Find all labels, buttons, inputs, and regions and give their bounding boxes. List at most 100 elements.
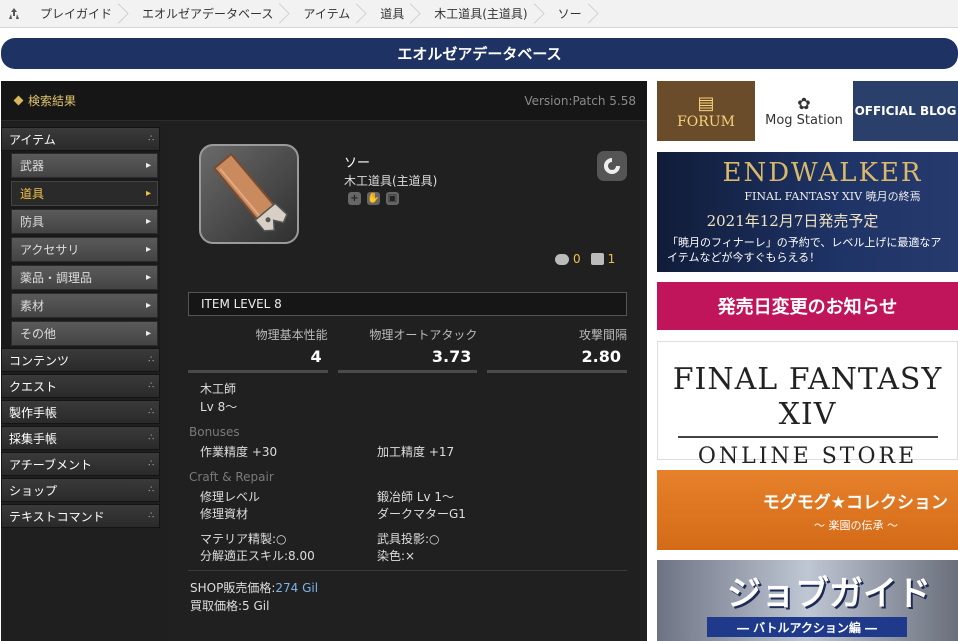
sidebar-category-achievements[interactable]: アチーブメント ∴ (1, 452, 160, 476)
repair-info: 修理レベル 鍛冶師 Lv 1～ 修理資材 ダークマターG1 (200, 489, 620, 523)
endwalker-title: ENDWALKER (722, 158, 923, 188)
shop-price-label: SHOP販売価格: (190, 581, 276, 595)
chevron-right-icon: ▸ (145, 272, 151, 283)
comment-count: 0 (573, 252, 581, 266)
store-title: FINAL FANTASY XIV (672, 362, 943, 432)
release-date-notice-banner[interactable]: 発売日変更のお知らせ (657, 282, 958, 330)
breadcrumb-item-carpenter-tools[interactable]: 木工道具(主道具) (414, 0, 537, 28)
breadcrumb-item-current: ソー (538, 0, 592, 28)
craft-repair-heading: Craft & Repair (189, 470, 274, 484)
sidebar-category-text-commands[interactable]: テキストコマンド ∴ (1, 504, 160, 528)
sidebar-item-tools[interactable]: 道具 ▸ (11, 181, 158, 206)
repair-level-value: 鍛冶師 Lv 1～ (377, 490, 455, 504)
sidebar-item-weapons[interactable]: 武器 ▸ (11, 153, 158, 178)
home-icon[interactable] (0, 0, 28, 28)
expand-icon: ∴ (148, 511, 154, 521)
shop-price-value[interactable]: 274 Gil (275, 581, 318, 595)
expand-icon: ∴ (148, 459, 154, 469)
bonuses-list: 作業精度 +30 加工精度 +17 (200, 444, 620, 461)
expand-icon: ∴ (148, 355, 154, 365)
sidebar-category-label: クエスト (9, 379, 58, 394)
sidebar-item-medicine-food[interactable]: 薬品・調理品 ▸ (11, 265, 158, 290)
mog-station-banner[interactable]: ✿ Mog Station (755, 81, 853, 141)
shop-price-row: SHOP販売価格:274 Gil (190, 579, 318, 597)
sidebar-category-label: ショップ (9, 483, 58, 498)
chevron-right-icon: ▸ (145, 160, 151, 171)
sidebar-item-accessories[interactable]: アクセサリ ▸ (11, 237, 158, 262)
sidebar-item-label: 素材 (20, 299, 45, 313)
stat-delay: 攻撃間隔 2.80 (487, 326, 628, 373)
saw-icon (199, 144, 299, 244)
expand-icon: ∴ (148, 407, 154, 417)
breadcrumb-item-tools[interactable]: 道具 (360, 0, 414, 28)
note-count: 1 (607, 252, 616, 266)
sidebar-category-crafting-log[interactable]: 製作手帳 ∴ (1, 400, 160, 424)
dye-status: 染色:× (377, 549, 416, 563)
forum-banner[interactable]: ▤ FORUM (657, 81, 755, 141)
chevron-right-icon: ▸ (145, 300, 151, 311)
stat-value: 2.80 (487, 343, 628, 373)
sidebar-category-gathering-log[interactable]: 採集手帳 ∴ (1, 426, 160, 450)
mog-collection-banner[interactable]: モグモグ★コレクション ～ 楽園の伝承 ～ (657, 470, 958, 550)
price-info: SHOP販売価格:274 Gil 買取価格:5 Gil (190, 579, 318, 615)
repair-level-label: 修理レベル (200, 490, 261, 504)
bonus-control: 加工精度 +17 (377, 445, 455, 459)
sidebar-item-armor[interactable]: 防具 ▸ (11, 209, 158, 234)
version-label: Version:Patch 5.58 (524, 93, 636, 108)
online-store-banner[interactable]: FINAL FANTASY XIV ONLINE STORE (657, 341, 958, 469)
sidebar-item-materials[interactable]: 素材 ▸ (11, 293, 158, 318)
chevron-right-icon: ▸ (145, 328, 151, 339)
item-counters: 0 1 (555, 252, 615, 266)
mog-collection-subtitle: ～ 楽園の伝承 ～ (814, 518, 898, 532)
repair-material-label: 修理資材 (200, 507, 249, 521)
sidebar-category-quests[interactable]: クエスト ∴ (1, 374, 160, 398)
store-subtitle: ONLINE STORE (697, 444, 918, 469)
search-result-link[interactable]: 検索結果 (13, 92, 76, 109)
chevron-right-icon: ▸ (145, 188, 151, 199)
comment-icon (555, 253, 569, 265)
glamour-projection: 武具投影:○ (377, 532, 440, 546)
bonuses-heading: Bonuses (189, 425, 240, 439)
chevron-right-icon: ▸ (145, 216, 151, 227)
endwalker-banner[interactable]: ENDWALKER FINAL FANTASY XIV 暁月の終焉 2021年1… (657, 152, 958, 272)
stat-auto-attack: 物理オートアタック 3.73 (337, 326, 478, 373)
stat-label: 攻撃間隔 (579, 328, 628, 342)
sidebar-category-contents[interactable]: コンテンツ ∴ (1, 348, 160, 372)
hand-icon: ✋ (367, 192, 380, 205)
materia-extract: マテリア精製:○ (200, 532, 287, 546)
sidebar-category-label: 製作手帳 (9, 405, 58, 420)
stat-value: 4 (188, 343, 328, 373)
official-blog-banner[interactable]: OFFICIAL BLOG (853, 81, 958, 141)
stat-physical-damage: 物理基本性能 4 (188, 326, 328, 373)
sidebar-category-label: アイテム (9, 132, 56, 147)
breadcrumb-item-items[interactable]: アイテム (283, 0, 360, 28)
item-name: ソー (344, 156, 371, 171)
comment-counter[interactable]: 0 (555, 252, 581, 266)
moogle-icon: ✿ (797, 94, 811, 113)
item-properties: マテリア精製:○ 武具投影:○ 分解適正スキル:8.00 染色:× (200, 531, 620, 565)
sidebar-category-label: アチーブメント (9, 457, 93, 472)
sidebar-category-shops[interactable]: ショップ ∴ (1, 478, 160, 502)
sidebar-item-label: 薬品・調理品 (20, 271, 93, 285)
lodestone-icon[interactable] (597, 151, 627, 181)
expand-icon: ∴ (148, 433, 154, 443)
forum-label: FORUM (677, 113, 735, 130)
note-counter[interactable]: 1 (590, 252, 616, 266)
item-category[interactable]: 木工道具(主道具) (344, 172, 437, 189)
item-detail: ソー 木工道具(主道具) + ✋ ▣ 0 1 ITEM LEVEL 8 物理基本… (167, 128, 647, 641)
breadcrumb-item-playguide[interactable]: プレイガイド (28, 0, 122, 28)
breadcrumb-item-database[interactable]: エオルゼアデータベース (122, 0, 283, 28)
buy-price: 買取価格:5 Gil (190, 599, 270, 613)
sidebar-item-label: 道具 (20, 187, 45, 201)
job-guide-banner[interactable]: ジョブガイド ― バトルアクション編 ― (657, 560, 958, 641)
endwalker-note: 「暁月のフィナーレ」の予約で、レベル上げに最適なアイテムなどが今すぐもらえる！ (667, 236, 942, 264)
sidebar-category-items[interactable]: アイテム ∴ (1, 127, 160, 151)
endwalker-date: 2021年12月7日発売予定 (706, 212, 879, 230)
breadcrumb: プレイガイド エオルゼアデータベース アイテム 道具 木工道具(主道具) ソー (0, 0, 958, 28)
job-level: Lv 8～ (200, 400, 238, 414)
bonus-craftsmanship: 作業精度 +30 (200, 445, 278, 459)
chevron-right-icon: ▸ (145, 244, 151, 255)
sidebar-item-other[interactable]: その他 ▸ (11, 321, 158, 346)
sidebar-category-label: 採集手帳 (9, 431, 58, 446)
desynthesis-skill: 分解適正スキル:8.00 (200, 549, 315, 563)
